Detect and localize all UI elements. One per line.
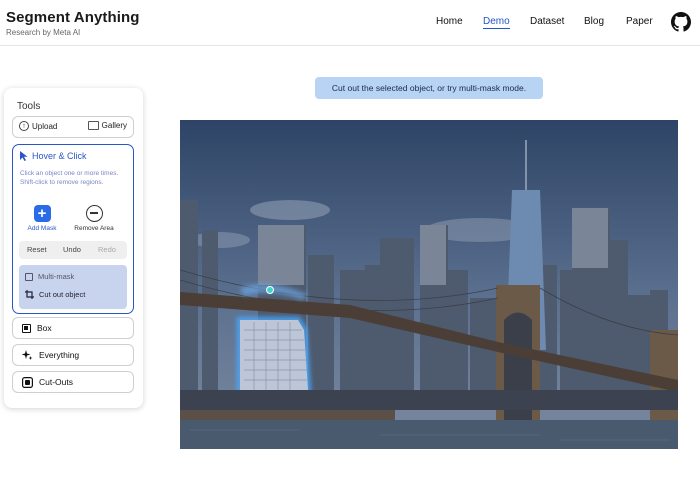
plus-icon: + [33, 205, 51, 222]
multi-mask-label: Multi-mask [38, 272, 75, 281]
cut-outs-icon [22, 376, 33, 388]
instruction-tooltip: Cut out the selected object, or try mult… [315, 77, 543, 99]
cut-out-label: Cut out object [39, 290, 86, 299]
box-tool[interactable]: Box [12, 317, 134, 339]
hover-click-title-row: Hover & Click [19, 151, 87, 161]
mask-options: Multi-mask Cut out object [19, 265, 127, 309]
upload-label: Upload [32, 121, 58, 131]
hover-click-description: Click an object one or more times. Shift… [20, 170, 119, 186]
upload-button[interactable]: ↑ Upload [19, 121, 57, 131]
hover-click-tool[interactable]: Hover & Click Click an object one or mor… [12, 144, 134, 314]
gallery-icon [87, 121, 99, 130]
nav-home[interactable]: Home [436, 16, 463, 27]
remove-area-button[interactable]: Remove Area [69, 205, 119, 232]
cut-outs-label: Cut-Outs [39, 377, 74, 387]
city-photo [180, 120, 678, 449]
nav-paper[interactable]: Paper [626, 16, 653, 27]
everything-label: Everything [39, 350, 80, 360]
multi-mask-icon [25, 272, 33, 281]
redo-button[interactable]: Redo [98, 245, 116, 254]
add-mask-button[interactable]: + Add Mask [17, 205, 67, 232]
everything-tool[interactable]: Everything [12, 344, 134, 366]
history-bar: Reset Undo Redo [19, 241, 127, 259]
minus-icon [85, 205, 103, 222]
reset-button[interactable]: Reset [27, 245, 47, 254]
box-icon [22, 323, 31, 333]
cut-outs-tool[interactable]: Cut-Outs [12, 371, 134, 393]
multi-mask-button[interactable]: Multi-mask [25, 272, 74, 281]
tools-panel: Tools ↑ Upload Gallery Hover & Click Cli… [4, 88, 143, 408]
app-title[interactable]: Segment Anything [6, 9, 140, 26]
nav-demo[interactable]: Demo [483, 16, 510, 29]
undo-button[interactable]: Undo [63, 245, 81, 254]
upload-gallery-row: ↑ Upload Gallery [12, 116, 134, 138]
cut-out-icon [25, 290, 34, 299]
nav-blog[interactable]: Blog [584, 16, 604, 27]
remove-area-label: Remove Area [74, 225, 114, 232]
sparkle-icon [22, 349, 33, 360]
tools-heading: Tools [17, 101, 41, 112]
gallery-label: Gallery [101, 121, 127, 130]
box-label: Box [37, 323, 52, 333]
app-subtitle: Research by Meta AI [6, 28, 81, 37]
hover-click-label: Hover & Click [32, 151, 87, 161]
add-mask-label: Add Mask [27, 225, 57, 232]
top-header: Segment Anything Research by Meta AI Hom… [0, 0, 700, 46]
cut-out-object-button[interactable]: Cut out object [25, 290, 85, 299]
image-canvas[interactable] [180, 120, 678, 449]
nav-dataset[interactable]: Dataset [530, 16, 564, 27]
github-icon[interactable] [671, 12, 691, 32]
cursor-icon [20, 151, 28, 161]
upload-icon: ↑ [19, 121, 29, 131]
gallery-button[interactable]: Gallery [87, 121, 127, 130]
